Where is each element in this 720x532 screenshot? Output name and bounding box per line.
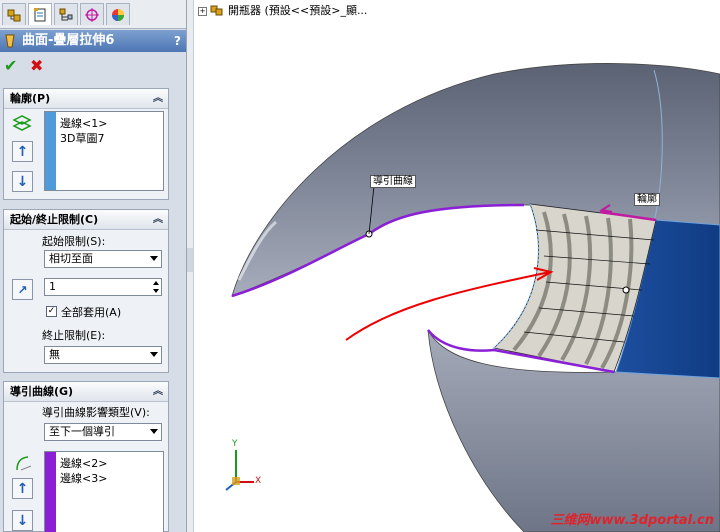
move-up-button[interactable]: ↑: [12, 141, 33, 162]
property-manager-tab[interactable]: [28, 3, 52, 25]
guide-curves-header-label: 導引曲線(G): [10, 385, 74, 398]
loft-surface-icon: [5, 34, 15, 48]
property-manager-panel: 曲面-疊層拉伸6 ? ✔ ✖ 輪廓(P) ︽ ↑ ↓ 邊線<1> 3D草圖7 起…: [0, 0, 187, 532]
tangent-length-spinner[interactable]: 1: [44, 278, 162, 296]
spin-up-icon[interactable]: [153, 281, 159, 285]
arrow-up-icon: ↑: [16, 143, 29, 160]
feature-title: 曲面-疊層拉伸6: [22, 33, 115, 48]
start-end-constraints-group: 起始/終止限制(C) ︽ 起始限制(S): 相切至面 ↗ 1 ✓ 全部套用(A)…: [3, 209, 169, 373]
list-item[interactable]: 邊線<2>: [60, 455, 107, 471]
profile-point: [622, 286, 630, 294]
chevron-down-icon: [150, 256, 158, 261]
axis-triad: [225, 450, 254, 491]
feature-tree-root[interactable]: + 開瓶器 (預設<<預設>_顯...: [198, 2, 367, 18]
guide-influence-label: 導引曲線影響類型(V):: [42, 406, 150, 419]
display-manager-icon: [112, 8, 124, 21]
guide-influence-value: 至下一個導引: [49, 425, 115, 438]
ok-cancel-row: ✔ ✖: [0, 54, 186, 78]
collapse-chevron-icon[interactable]: ︽: [153, 210, 163, 229]
collapse-chevron-icon[interactable]: ︽: [153, 89, 163, 108]
guide-curve-callout[interactable]: 導引曲線: [370, 175, 416, 188]
guide-influence-select[interactable]: 至下一個導引: [44, 423, 162, 441]
spin-down-icon[interactable]: [153, 289, 159, 293]
configuration-manager-icon: [59, 8, 73, 20]
start-constraint-select[interactable]: 相切至面: [44, 250, 162, 268]
feature-manager-icon: [7, 9, 21, 21]
graphics-viewport[interactable]: + 開瓶器 (預設<<預設>_顯... 導引曲線 輪廓 Y X 三维网www.3d…: [194, 0, 720, 532]
tangent-length-value: 1: [49, 280, 56, 293]
display-manager-tab[interactable]: [106, 3, 130, 25]
help-button[interactable]: ?: [174, 30, 181, 52]
end-constraint-label: 終止限制(E):: [42, 329, 106, 342]
end-constraint-value: 無: [49, 348, 60, 361]
panel-splitter[interactable]: [187, 0, 194, 532]
chevron-down-icon: [150, 352, 158, 357]
panel-tabs: [0, 0, 186, 29]
splitter-grip[interactable]: [187, 248, 193, 272]
chevron-down-icon: [150, 429, 158, 434]
watermark: 三维网www.3dportal.cn: [550, 513, 714, 528]
expand-icon[interactable]: +: [198, 7, 207, 16]
apply-to-all-checkbox[interactable]: ✓: [46, 306, 57, 317]
list-item[interactable]: 邊線<3>: [60, 470, 107, 486]
reverse-direction-button[interactable]: ↗: [12, 279, 33, 300]
guide-curves-list[interactable]: 邊線<2> 邊線<3>: [44, 451, 164, 532]
part-name: 開瓶器 (預設<<預設>_顯...: [228, 4, 368, 17]
arrow-down-icon: ↓: [16, 173, 29, 190]
profiles-group-header[interactable]: 輪廓(P) ︽: [4, 89, 168, 109]
move-down-button[interactable]: ↓: [12, 171, 33, 192]
guide-curves-group: 導引曲線(G) ︽ 導引曲線影響類型(V): 至下一個導引 ↑ ↓ 邊線<2> …: [3, 381, 169, 532]
guide-curve-selection-icon: [16, 456, 32, 471]
guide-list-color-bar: [45, 452, 56, 532]
move-down-button[interactable]: ↓: [12, 510, 33, 531]
reverse-direction-icon: ↗: [17, 282, 28, 297]
arrow-up-icon: ↑: [16, 480, 29, 497]
apply-to-all-label: 全部套用(A): [61, 306, 122, 319]
start-end-group-header[interactable]: 起始/終止限制(C) ︽: [4, 210, 168, 230]
cancel-button[interactable]: ✖: [30, 56, 43, 75]
start-constraint-label: 起始限制(S):: [42, 235, 106, 248]
profile-selection-icon: [12, 115, 32, 131]
move-up-button[interactable]: ↑: [12, 478, 33, 499]
profiles-list[interactable]: 邊線<1> 3D草圖7: [44, 111, 164, 191]
start-end-header-label: 起始/終止限制(C): [10, 213, 99, 226]
profiles-list-color-bar: [45, 112, 56, 190]
axis-y-label: Y: [232, 439, 238, 449]
ok-button[interactable]: ✔: [4, 56, 17, 75]
arrow-down-icon: ↓: [16, 512, 29, 529]
start-constraint-value: 相切至面: [49, 252, 93, 265]
part-icon: [210, 5, 223, 16]
axis-x-label: X: [255, 476, 262, 486]
feature-title-bar: 曲面-疊層拉伸6 ?: [0, 30, 186, 52]
configuration-manager-tab[interactable]: [54, 3, 78, 25]
dimxpert-icon: [85, 7, 99, 22]
dimxpert-tab[interactable]: [80, 3, 104, 25]
profiles-header-label: 輪廓(P): [10, 92, 51, 105]
property-manager-icon: [34, 7, 46, 21]
feature-manager-tab[interactable]: [2, 3, 26, 25]
model-graphics: [225, 63, 720, 532]
guide-curves-group-header[interactable]: 導引曲線(G) ︽: [4, 382, 168, 402]
end-constraint-select[interactable]: 無: [44, 346, 162, 364]
profile-callout[interactable]: 輪廓: [634, 193, 660, 206]
collapse-chevron-icon[interactable]: ︽: [153, 382, 163, 401]
profiles-group: 輪廓(P) ︽ ↑ ↓ 邊線<1> 3D草圖7: [3, 88, 169, 200]
list-item[interactable]: 3D草圖7: [60, 130, 104, 146]
list-item[interactable]: 邊線<1>: [60, 115, 107, 131]
